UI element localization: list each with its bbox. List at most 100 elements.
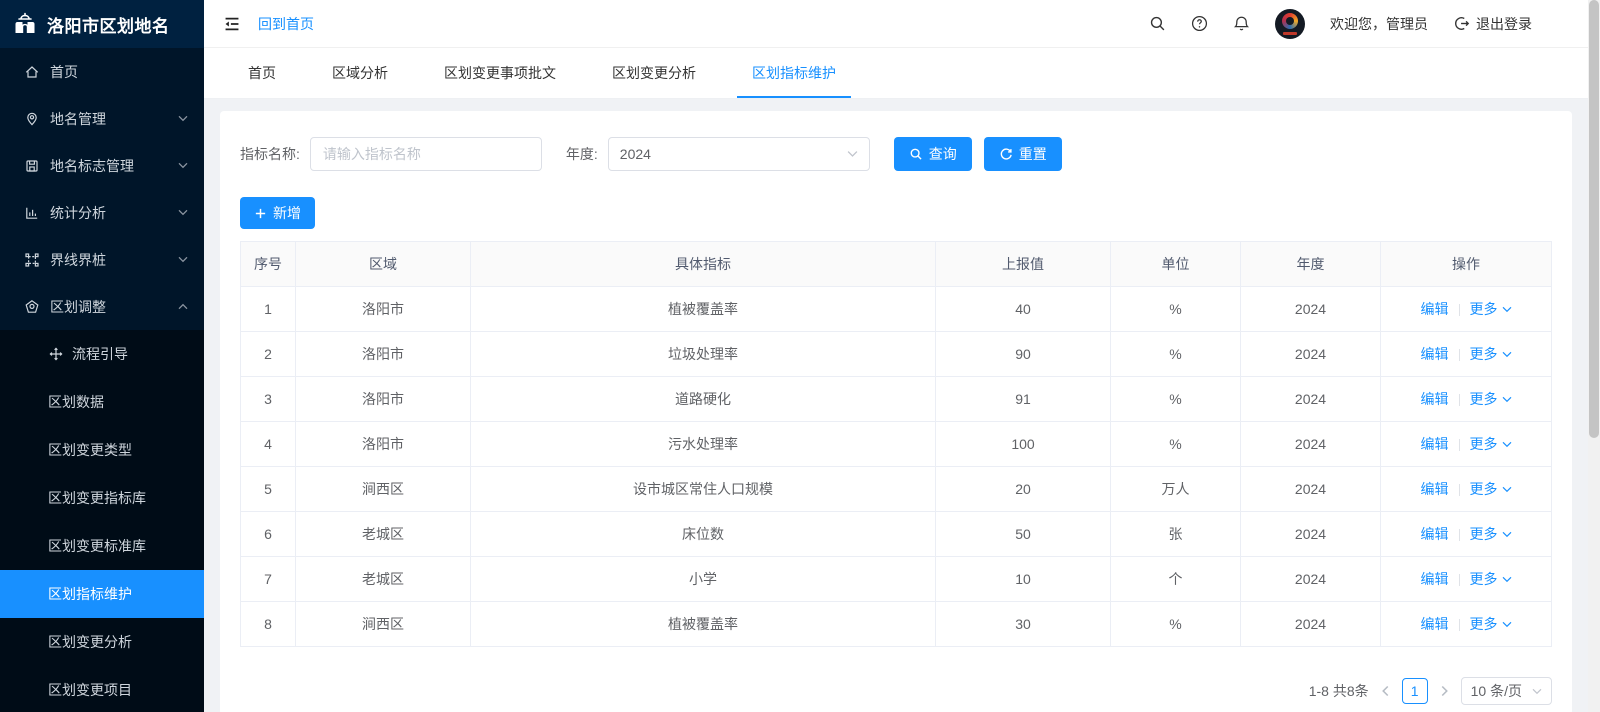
table-toolbar: 新增 — [240, 197, 1552, 229]
cell-no: 2 — [241, 332, 296, 377]
sidebar-item-statistics[interactable]: 统计分析 — [0, 189, 204, 236]
table-row: 5 涧西区 设市城区常住人口规模 20 万人 2024 编辑更多 — [241, 467, 1552, 512]
cell-actions: 编辑 更多 — [1381, 602, 1552, 647]
cell-indicator: 植被覆盖率 — [471, 287, 936, 332]
col-actions: 操作 — [1381, 242, 1552, 287]
cell-value: 50 — [936, 512, 1111, 557]
sidebar-subitem-standard-lib[interactable]: 区划变更标准库 — [0, 522, 204, 570]
year-select-value: 2024 — [620, 146, 651, 162]
sidebar-subitem-indicator-lib[interactable]: 区划变更指标库 — [0, 474, 204, 522]
tab-change-analysis[interactable]: 区划变更分析 — [612, 48, 696, 98]
more-dropdown[interactable]: 更多 — [1470, 389, 1512, 409]
cell-indicator: 道路硬化 — [471, 377, 936, 422]
sidebar-subitem-change-project[interactable]: 区划变更项目 — [0, 666, 204, 712]
window-scrollbar[interactable] — [1588, 0, 1600, 712]
more-dropdown[interactable]: 更多 — [1470, 344, 1512, 364]
sidebar-subitem-change-type[interactable]: 区划变更类型 — [0, 426, 204, 474]
edit-link[interactable]: 编辑 — [1421, 481, 1449, 497]
sidebar-item-sign-mgmt[interactable]: 地名标志管理 — [0, 142, 204, 189]
sidebar-item-home[interactable]: 首页 — [0, 48, 204, 95]
add-button[interactable]: 新增 — [240, 197, 315, 229]
more-label: 更多 — [1470, 344, 1498, 364]
edit-link[interactable]: 编辑 — [1421, 436, 1449, 452]
sidebar-subitem-change-analysis[interactable]: 区划变更分析 — [0, 618, 204, 666]
sidebar-subitem-label: 区划数据 — [48, 392, 188, 412]
edit-link[interactable]: 编辑 — [1421, 526, 1449, 542]
more-dropdown[interactable]: 更多 — [1470, 524, 1512, 544]
tab-change-approval[interactable]: 区划变更事项批文 — [444, 48, 556, 98]
indicator-name-label: 指标名称: — [240, 144, 300, 164]
cell-indicator: 污水处理率 — [471, 422, 936, 467]
tab-indicator-maintain[interactable]: 区划指标维护 — [752, 48, 836, 98]
welcome-text: 欢迎您，管理员 — [1330, 14, 1428, 34]
home-icon — [24, 64, 40, 80]
chevron-down-icon — [1502, 441, 1512, 448]
more-dropdown[interactable]: 更多 — [1470, 479, 1512, 499]
cell-unit: % — [1111, 332, 1241, 377]
reset-button[interactable]: 重置 — [984, 137, 1062, 171]
cell-no: 5 — [241, 467, 296, 512]
chevron-down-icon — [847, 150, 858, 158]
chevron-down-icon — [178, 115, 188, 122]
topbar-right: 欢迎您，管理员 退出登录 — [1149, 9, 1532, 39]
chevron-down-icon — [1502, 306, 1512, 313]
back-home-link[interactable]: 回到首页 — [258, 14, 314, 34]
avatar[interactable] — [1275, 9, 1305, 39]
year-select[interactable]: 2024 — [608, 137, 870, 171]
edit-link[interactable]: 编辑 — [1421, 571, 1449, 587]
scrollbar-thumb[interactable] — [1589, 0, 1599, 438]
sidebar-subitem-label: 区划指标维护 — [48, 584, 188, 604]
chevron-down-icon — [1502, 531, 1512, 538]
cell-unit: % — [1111, 377, 1241, 422]
sidebar-item-placename-mgmt[interactable]: 地名管理 — [0, 95, 204, 142]
more-dropdown[interactable]: 更多 — [1470, 569, 1512, 589]
col-region: 区域 — [296, 242, 471, 287]
more-label: 更多 — [1470, 389, 1498, 409]
search-button[interactable]: 查询 — [894, 137, 972, 171]
sidebar-subitem-label: 区划变更标准库 — [48, 536, 188, 556]
page-number[interactable]: 1 — [1402, 678, 1428, 704]
cell-region: 洛阳市 — [296, 332, 471, 377]
edit-link[interactable]: 编辑 — [1421, 616, 1449, 632]
sidebar-item-zoning-adjust[interactable]: 区划调整 — [0, 283, 204, 330]
edit-link[interactable]: 编辑 — [1421, 346, 1449, 362]
more-dropdown[interactable]: 更多 — [1470, 434, 1512, 454]
prev-page-icon[interactable] — [1379, 683, 1392, 699]
cell-year: 2024 — [1241, 512, 1381, 557]
indicator-name-input[interactable] — [310, 137, 542, 171]
add-button-label: 新增 — [273, 203, 301, 223]
plus-icon — [254, 207, 267, 220]
action-divider — [1459, 304, 1460, 316]
cell-year: 2024 — [1241, 287, 1381, 332]
sidebar-subitem-indicator-maintain[interactable]: 区划指标维护 — [0, 570, 204, 618]
sidebar-item-boundary[interactable]: 界线界桩 — [0, 236, 204, 283]
refresh-icon — [999, 147, 1013, 161]
sidebar-subitem-zoning-data[interactable]: 区划数据 — [0, 378, 204, 426]
cell-actions: 编辑 更多 — [1381, 332, 1552, 377]
edit-link[interactable]: 编辑 — [1421, 391, 1449, 407]
col-no: 序号 — [241, 242, 296, 287]
page-size-select[interactable]: 10 条/页 — [1461, 677, 1552, 705]
tab-region-analysis[interactable]: 区域分析 — [332, 48, 388, 98]
menu-fold-icon[interactable] — [222, 14, 242, 34]
logout-button[interactable]: 退出登录 — [1453, 14, 1532, 34]
table-row: 4 洛阳市 污水处理率 100 % 2024 编辑更多 — [241, 422, 1552, 467]
more-dropdown[interactable]: 更多 — [1470, 299, 1512, 319]
table-row: 2 洛阳市 垃圾处理率 90 % 2024 编辑更多 — [241, 332, 1552, 377]
search-icon[interactable] — [1149, 15, 1166, 32]
more-dropdown[interactable]: 更多 — [1470, 614, 1512, 634]
app-logo[interactable]: 洛阳市区划地名 — [0, 0, 204, 48]
cell-region: 洛阳市 — [296, 287, 471, 332]
chevron-down-icon — [1502, 396, 1512, 403]
edit-link[interactable]: 编辑 — [1421, 301, 1449, 317]
action-divider — [1459, 439, 1460, 451]
next-page-icon[interactable] — [1438, 683, 1451, 699]
bell-icon[interactable] — [1233, 15, 1250, 32]
sidebar-subitem-process-guide[interactable]: 流程引导 — [0, 330, 204, 378]
chevron-down-icon — [178, 256, 188, 263]
help-icon[interactable] — [1191, 15, 1208, 32]
filter-bar: 指标名称: 年度: 2024 — [240, 137, 1552, 171]
tab-home[interactable]: 首页 — [248, 48, 276, 98]
cell-year: 2024 — [1241, 377, 1381, 422]
content-area: 指标名称: 年度: 2024 — [204, 99, 1588, 712]
